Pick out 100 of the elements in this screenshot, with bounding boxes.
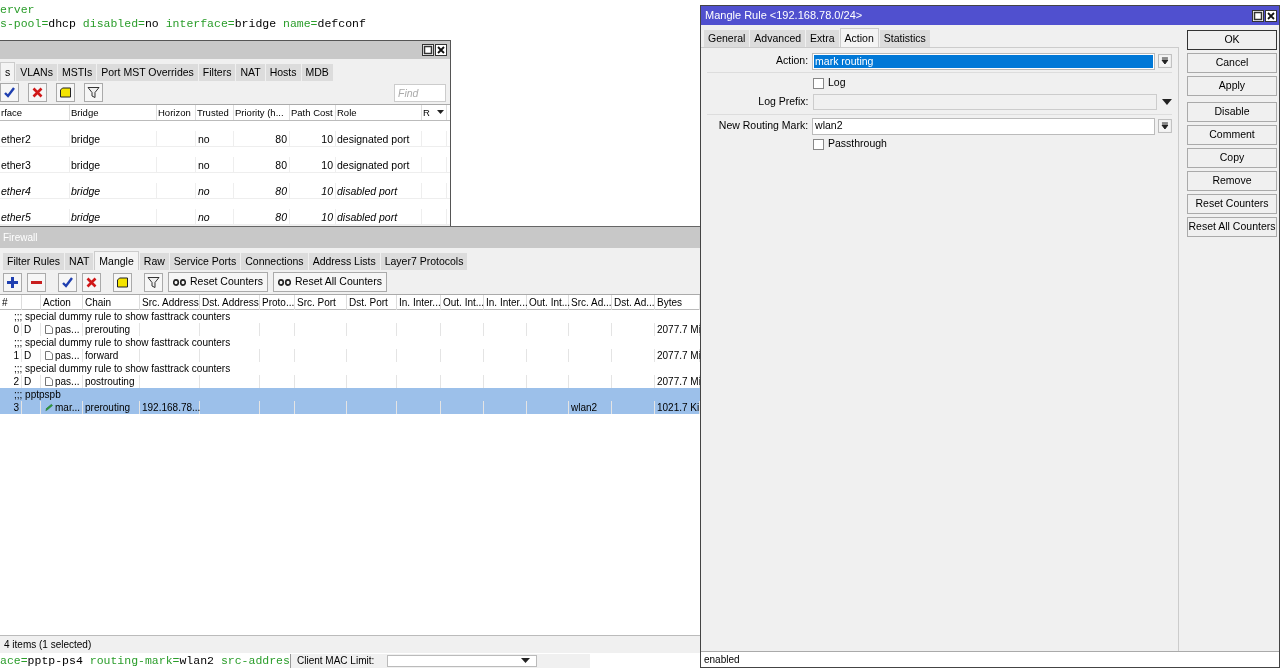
- tab[interactable]: Mangle: [94, 251, 139, 270]
- tab[interactable]: Filter Rules: [3, 253, 65, 270]
- dialog-button[interactable]: Copy: [1187, 148, 1277, 168]
- cross-icon[interactable]: [82, 272, 101, 292]
- filter-icon[interactable]: [144, 272, 163, 292]
- check-icon[interactable]: [0, 83, 19, 102]
- tab[interactable]: Extra: [806, 30, 839, 47]
- column-header[interactable]: Src. Port: [297, 297, 336, 308]
- maximize-icon[interactable]: [422, 44, 434, 56]
- tab[interactable]: MSTIs: [57, 64, 97, 81]
- column-header[interactable]: Bridge: [70, 105, 157, 120]
- tab[interactable]: Port MST Overrides: [97, 64, 198, 81]
- table-cell: D: [24, 376, 32, 387]
- check-icon[interactable]: [58, 272, 77, 292]
- column-header[interactable]: Dst. Ad...: [614, 297, 655, 308]
- tab[interactable]: Advanced: [750, 30, 806, 47]
- tab[interactable]: s: [0, 62, 16, 81]
- rule-row[interactable]: 3 mar... prerouting 192.168.78... wlan2 1021.7 Ki: [0, 401, 700, 414]
- table-cell: 80: [275, 211, 287, 223]
- dialog-button[interactable]: Reset All Counters: [1187, 217, 1277, 237]
- filter-icon[interactable]: [84, 83, 103, 102]
- tab[interactable]: NAT: [236, 64, 265, 81]
- column-header[interactable]: In. Inter...: [399, 297, 441, 308]
- tab[interactable]: Raw: [139, 253, 169, 270]
- table-cell: bridge: [71, 133, 101, 145]
- tab[interactable]: Layer7 Protocols: [380, 253, 468, 270]
- table-cell: 1: [13, 350, 19, 361]
- find-field[interactable]: Find: [394, 83, 446, 102]
- tab[interactable]: Address Lists: [308, 253, 380, 270]
- tab[interactable]: Service Ports: [169, 253, 241, 270]
- counter-icon: [277, 278, 291, 286]
- table-cell: 1021.7 Ki: [657, 402, 700, 413]
- dialog-button[interactable]: Reset Counters: [1187, 194, 1277, 214]
- column-header[interactable]: Src. Ad...: [571, 297, 612, 308]
- tab[interactable]: Statistics: [879, 30, 930, 47]
- dropdown-icon[interactable]: [1162, 98, 1172, 106]
- column-header[interactable]: In. Inter...: [486, 297, 528, 308]
- checkbox[interactable]: [813, 77, 824, 89]
- remove-icon[interactable]: [27, 272, 46, 292]
- table-cell: forward: [85, 350, 119, 361]
- pencil-icon: [45, 403, 53, 412]
- column-header[interactable]: rface: [0, 105, 70, 120]
- comment-icon[interactable]: [113, 272, 132, 292]
- reset-button[interactable]: Reset All Counters: [272, 272, 387, 292]
- dialog-button[interactable]: Remove: [1187, 171, 1277, 191]
- select-field[interactable]: [387, 655, 537, 667]
- table-cell: no: [198, 133, 210, 145]
- window-title: Mangle Rule <192.168.78.0/24>: [705, 8, 863, 24]
- table-row[interactable]: ether3 bridge no 80 10 designated port: [0, 147, 450, 173]
- dialog-button[interactable]: Disable: [1187, 102, 1277, 122]
- dropdown-icon[interactable]: [521, 658, 530, 664]
- tab[interactable]: NAT: [65, 253, 94, 270]
- column-header[interactable]: Dst. Port: [349, 297, 388, 308]
- column-header[interactable]: Bytes: [657, 297, 682, 308]
- dropdown-icon[interactable]: [1158, 119, 1172, 133]
- dialog-button[interactable]: OK: [1187, 30, 1277, 50]
- cross-icon[interactable]: [28, 83, 47, 102]
- tab[interactable]: General: [704, 30, 750, 47]
- checkbox[interactable]: [813, 138, 824, 150]
- column-header[interactable]: Dst. Address: [202, 297, 259, 308]
- dialog-button[interactable]: Cancel: [1187, 53, 1277, 73]
- column-header[interactable]: Trusted: [196, 105, 234, 120]
- field-label: Client MAC Limit:: [296, 655, 376, 667]
- table-cell: 80: [275, 159, 287, 171]
- tab[interactable]: Filters: [198, 64, 236, 81]
- terminal-line: s-pool=dhcp disabled=no interface=bridge name=defconf: [0, 17, 366, 31]
- add-icon[interactable]: [3, 272, 22, 292]
- column-header[interactable]: Priority (h...: [234, 105, 290, 120]
- dropdown-icon[interactable]: [1158, 54, 1172, 68]
- tab[interactable]: Connections: [241, 253, 308, 270]
- column-header[interactable]: Src. Address: [142, 297, 199, 308]
- column-header[interactable]: R: [422, 105, 447, 120]
- tab[interactable]: Hosts: [265, 64, 301, 81]
- tab[interactable]: MDB: [301, 64, 333, 81]
- table-row[interactable]: ether2 bridge no 80 10 designated port: [0, 121, 450, 147]
- column-header[interactable]: Action: [43, 297, 71, 308]
- maximize-icon[interactable]: [1252, 9, 1264, 22]
- text-field[interactable]: [812, 94, 1158, 110]
- column-header[interactable]: Out. Int...: [529, 297, 571, 308]
- column-header[interactable]: Role: [336, 105, 422, 120]
- select-field[interactable]: wlan2: [812, 117, 1156, 135]
- close-icon[interactable]: [435, 44, 447, 56]
- tab[interactable]: Action: [839, 28, 879, 47]
- column-header[interactable]: Chain: [85, 297, 112, 308]
- dialog-button[interactable]: Apply: [1187, 76, 1277, 96]
- comment-row[interactable]: ;;; pptpspb: [0, 388, 700, 401]
- close-icon[interactable]: [1265, 9, 1277, 22]
- table-cell: 2077.7 Mi: [657, 376, 700, 387]
- column-header[interactable]: Proto...: [262, 297, 295, 308]
- column-header[interactable]: Path Cost: [290, 105, 336, 120]
- reset-button[interactable]: Reset Counters: [168, 272, 268, 292]
- column-header[interactable]: #: [2, 297, 8, 308]
- comment-icon[interactable]: [56, 83, 75, 102]
- table-cell: 2077.7 Mi: [657, 350, 700, 361]
- column-header[interactable]: Horizon: [157, 105, 196, 120]
- tab[interactable]: VLANs: [16, 64, 57, 81]
- column-header[interactable]: Out. Int...: [443, 297, 485, 308]
- dialog-button[interactable]: Comment: [1187, 125, 1277, 145]
- select-field[interactable]: mark routing: [812, 52, 1156, 70]
- table-cell: D: [24, 324, 32, 335]
